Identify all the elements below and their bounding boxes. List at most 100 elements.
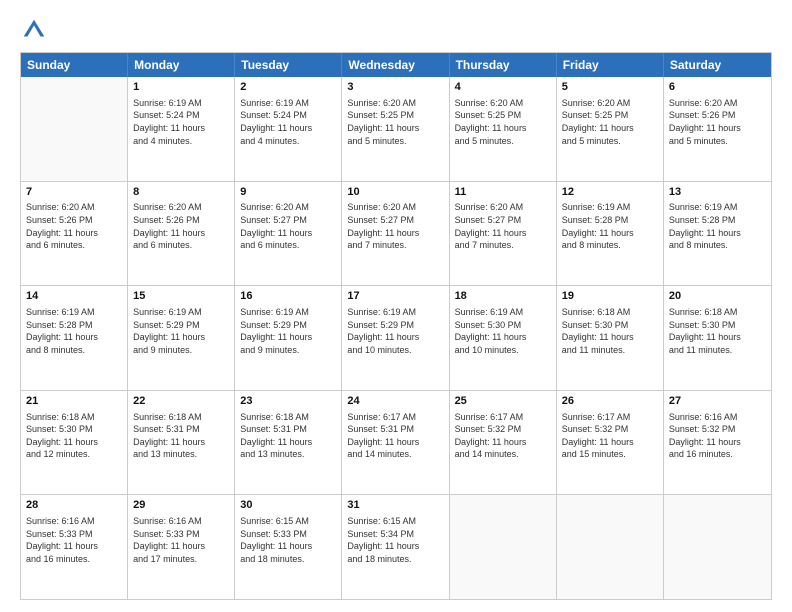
day-number: 13 bbox=[669, 185, 766, 200]
calendar-cell: 19 Sunrise: 6:18 AMSunset: 5:30 PMDayligh… bbox=[557, 286, 664, 390]
calendar-cell bbox=[664, 495, 771, 599]
header-day-monday: Monday bbox=[128, 53, 235, 77]
day-number: 12 bbox=[562, 185, 658, 200]
day-number: 22 bbox=[133, 394, 229, 409]
logo bbox=[20, 16, 50, 44]
calendar-row: 1 Sunrise: 6:19 AMSunset: 5:24 PMDaylight… bbox=[21, 77, 771, 182]
day-number: 25 bbox=[455, 394, 551, 409]
calendar: SundayMondayTuesdayWednesdayThursdayFrid… bbox=[20, 52, 772, 600]
header-day-sunday: Sunday bbox=[21, 53, 128, 77]
cell-info: Sunrise: 6:19 AMSunset: 5:28 PMDaylight:… bbox=[562, 201, 658, 251]
calendar-cell: 8Sunrise: 6:20 AMSunset: 5:26 PMDaylight… bbox=[128, 182, 235, 286]
day-number: 5 bbox=[562, 80, 658, 95]
calendar-cell: 22 Sunrise: 6:18 AMSunset: 5:31 PMDayligh… bbox=[128, 391, 235, 495]
calendar-cell: 30Sunrise: 6:15 AMSunset: 5:33 PMDayligh… bbox=[235, 495, 342, 599]
header-day-saturday: Saturday bbox=[664, 53, 771, 77]
cell-info: Sunrise: 6:18 AMSunset: 5:31 PMDaylight:… bbox=[133, 411, 229, 461]
day-number: 14 bbox=[26, 289, 122, 304]
header-day-thursday: Thursday bbox=[450, 53, 557, 77]
calendar-cell: 16 Sunrise: 6:19 AMSunset: 5:29 PMDayligh… bbox=[235, 286, 342, 390]
day-number: 17 bbox=[347, 289, 443, 304]
cell-info: Sunrise: 6:19 AMSunset: 5:28 PMDaylight:… bbox=[26, 306, 122, 356]
cell-info: Sunrise: 6:20 AMSunset: 5:26 PMDaylight:… bbox=[669, 97, 766, 147]
calendar-row: 7 Sunrise: 6:20 AMSunset: 5:26 PMDaylight… bbox=[21, 182, 771, 287]
cell-info: Sunrise: 6:18 AMSunset: 5:30 PMDaylight:… bbox=[562, 306, 658, 356]
calendar-cell: 24Sunrise: 6:17 AMSunset: 5:31 PMDayligh… bbox=[342, 391, 449, 495]
day-number: 26 bbox=[562, 394, 658, 409]
calendar-cell: 3 Sunrise: 6:20 AMSunset: 5:25 PMDaylight… bbox=[342, 77, 449, 181]
day-number: 15 bbox=[133, 289, 229, 304]
day-number: 30 bbox=[240, 498, 336, 513]
cell-info: Sunrise: 6:19 AMSunset: 5:29 PMDaylight:… bbox=[240, 306, 336, 356]
day-number: 1 bbox=[133, 80, 229, 95]
cell-info: Sunrise: 6:19 AMSunset: 5:28 PMDaylight:… bbox=[669, 201, 766, 251]
calendar-cell: 28Sunrise: 6:16 AMSunset: 5:33 PMDayligh… bbox=[21, 495, 128, 599]
cell-info: Sunrise: 6:17 AMSunset: 5:31 PMDaylight:… bbox=[347, 411, 443, 461]
page: SundayMondayTuesdayWednesdayThursdayFrid… bbox=[0, 0, 792, 612]
cell-info: Sunrise: 6:20 AMSunset: 5:25 PMDaylight:… bbox=[455, 97, 551, 147]
day-number: 31 bbox=[347, 498, 443, 513]
day-number: 27 bbox=[669, 394, 766, 409]
cell-info: Sunrise: 6:18 AMSunset: 5:30 PMDaylight:… bbox=[26, 411, 122, 461]
day-number: 18 bbox=[455, 289, 551, 304]
calendar-cell: 7Sunrise: 6:20 AMSunset: 5:26 PMDaylight… bbox=[21, 182, 128, 286]
calendar-row: 14 Sunrise: 6:19 AMSunset: 5:28 PMDayligh… bbox=[21, 286, 771, 391]
calendar-cell: 25 Sunrise: 6:17 AMSunset: 5:32 PMDayligh… bbox=[450, 391, 557, 495]
day-number: 3 bbox=[347, 80, 443, 95]
calendar-cell: 2 Sunrise: 6:19 AMSunset: 5:24 PMDaylight… bbox=[235, 77, 342, 181]
calendar-row: 28Sunrise: 6:16 AMSunset: 5:33 PMDayligh… bbox=[21, 495, 771, 599]
calendar-cell: 31 Sunrise: 6:15 AMSunset: 5:34 PMDayligh… bbox=[342, 495, 449, 599]
calendar-cell bbox=[557, 495, 664, 599]
day-number: 16 bbox=[240, 289, 336, 304]
calendar-cell: 18 Sunrise: 6:19 AMSunset: 5:30 PMDayligh… bbox=[450, 286, 557, 390]
header-day-friday: Friday bbox=[557, 53, 664, 77]
calendar-cell bbox=[450, 495, 557, 599]
day-number: 11 bbox=[455, 185, 551, 200]
cell-info: Sunrise: 6:20 AMSunset: 5:26 PMDaylight:… bbox=[133, 201, 229, 251]
cell-info: Sunrise: 6:20 AMSunset: 5:25 PMDaylight:… bbox=[347, 97, 443, 147]
calendar-header: SundayMondayTuesdayWednesdayThursdayFrid… bbox=[21, 53, 771, 77]
calendar-cell: 5 Sunrise: 6:20 AMSunset: 5:25 PMDaylight… bbox=[557, 77, 664, 181]
calendar-cell: 23 Sunrise: 6:18 AMSunset: 5:31 PMDayligh… bbox=[235, 391, 342, 495]
cell-info: Sunrise: 6:20 AMSunset: 5:25 PMDaylight:… bbox=[562, 97, 658, 147]
calendar-cell: 6Sunrise: 6:20 AMSunset: 5:26 PMDaylight… bbox=[664, 77, 771, 181]
calendar-cell: 4 Sunrise: 6:20 AMSunset: 5:25 PMDaylight… bbox=[450, 77, 557, 181]
calendar-cell bbox=[21, 77, 128, 181]
calendar-cell: 13Sunrise: 6:19 AMSunset: 5:28 PMDayligh… bbox=[664, 182, 771, 286]
logo-icon bbox=[20, 16, 48, 44]
header bbox=[20, 16, 772, 44]
calendar-cell: 21 Sunrise: 6:18 AMSunset: 5:30 PMDayligh… bbox=[21, 391, 128, 495]
cell-info: Sunrise: 6:19 AMSunset: 5:24 PMDaylight:… bbox=[133, 97, 229, 147]
day-number: 21 bbox=[26, 394, 122, 409]
calendar-cell: 27 Sunrise: 6:16 AMSunset: 5:32 PMDayligh… bbox=[664, 391, 771, 495]
cell-info: Sunrise: 6:18 AMSunset: 5:31 PMDaylight:… bbox=[240, 411, 336, 461]
header-day-tuesday: Tuesday bbox=[235, 53, 342, 77]
cell-info: Sunrise: 6:16 AMSunset: 5:32 PMDaylight:… bbox=[669, 411, 766, 461]
cell-info: Sunrise: 6:19 AMSunset: 5:30 PMDaylight:… bbox=[455, 306, 551, 356]
day-number: 19 bbox=[562, 289, 658, 304]
cell-info: Sunrise: 6:17 AMSunset: 5:32 PMDaylight:… bbox=[455, 411, 551, 461]
calendar-cell: 12Sunrise: 6:19 AMSunset: 5:28 PMDayligh… bbox=[557, 182, 664, 286]
cell-info: Sunrise: 6:19 AMSunset: 5:24 PMDaylight:… bbox=[240, 97, 336, 147]
calendar-cell: 10Sunrise: 6:20 AMSunset: 5:27 PMDayligh… bbox=[342, 182, 449, 286]
cell-info: Sunrise: 6:20 AMSunset: 5:27 PMDaylight:… bbox=[455, 201, 551, 251]
day-number: 7 bbox=[26, 185, 122, 200]
cell-info: Sunrise: 6:19 AMSunset: 5:29 PMDaylight:… bbox=[133, 306, 229, 356]
day-number: 29 bbox=[133, 498, 229, 513]
calendar-cell: 11Sunrise: 6:20 AMSunset: 5:27 PMDayligh… bbox=[450, 182, 557, 286]
day-number: 23 bbox=[240, 394, 336, 409]
cell-info: Sunrise: 6:15 AMSunset: 5:34 PMDaylight:… bbox=[347, 515, 443, 565]
calendar-cell: 29Sunrise: 6:16 AMSunset: 5:33 PMDayligh… bbox=[128, 495, 235, 599]
cell-info: Sunrise: 6:19 AMSunset: 5:29 PMDaylight:… bbox=[347, 306, 443, 356]
day-number: 9 bbox=[240, 185, 336, 200]
day-number: 2 bbox=[240, 80, 336, 95]
calendar-cell: 17 Sunrise: 6:19 AMSunset: 5:29 PMDayligh… bbox=[342, 286, 449, 390]
calendar-cell: 1 Sunrise: 6:19 AMSunset: 5:24 PMDaylight… bbox=[128, 77, 235, 181]
calendar-cell: 26Sunrise: 6:17 AMSunset: 5:32 PMDayligh… bbox=[557, 391, 664, 495]
calendar-cell: 20 Sunrise: 6:18 AMSunset: 5:30 PMDayligh… bbox=[664, 286, 771, 390]
day-number: 4 bbox=[455, 80, 551, 95]
cell-info: Sunrise: 6:16 AMSunset: 5:33 PMDaylight:… bbox=[26, 515, 122, 565]
cell-info: Sunrise: 6:18 AMSunset: 5:30 PMDaylight:… bbox=[669, 306, 766, 356]
calendar-cell: 15 Sunrise: 6:19 AMSunset: 5:29 PMDayligh… bbox=[128, 286, 235, 390]
day-number: 20 bbox=[669, 289, 766, 304]
